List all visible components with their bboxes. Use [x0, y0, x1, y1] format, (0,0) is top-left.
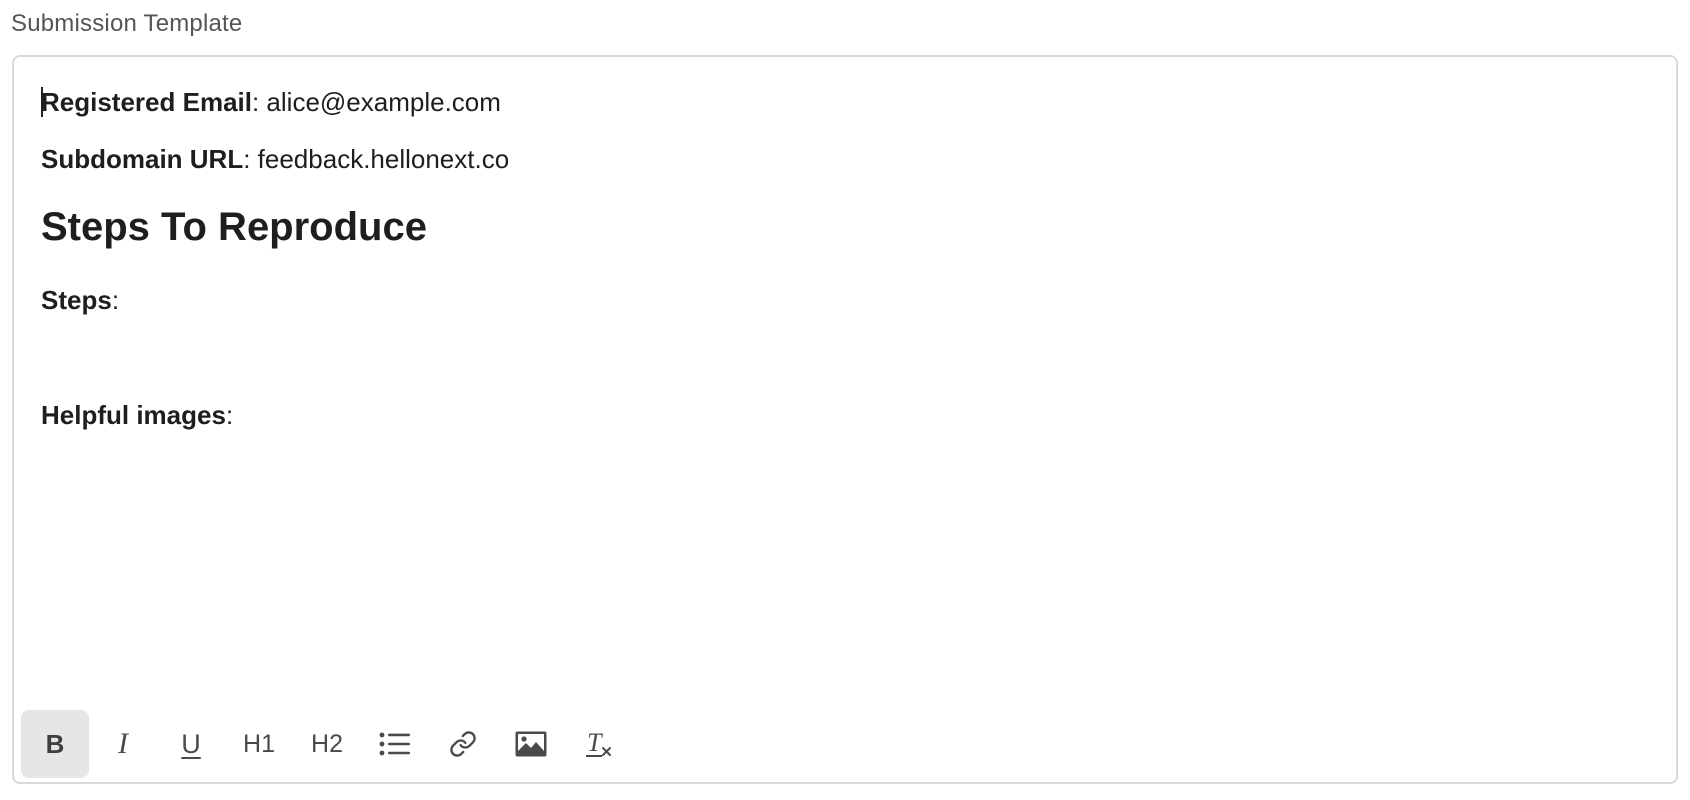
heading1-label: H1 [243, 729, 275, 758]
email-label: Registered Email [41, 87, 252, 117]
underline-button[interactable]: U [157, 710, 225, 778]
subdomain-line: Subdomain URL: feedback.hellonext.co [41, 142, 509, 176]
underline-label: U [181, 728, 201, 759]
heading2-button[interactable]: H2 [293, 710, 361, 778]
image-button[interactable] [497, 710, 565, 778]
formatting-toolbar: B I U H1 H2 T [21, 710, 633, 778]
italic-button[interactable]: I [89, 710, 157, 778]
bulleted-list-icon [379, 731, 411, 757]
images-line: Helpful images: [41, 398, 233, 432]
bold-label: B [45, 728, 65, 759]
clear-format-button[interactable]: T [565, 710, 633, 778]
steps-label: Steps [41, 285, 112, 315]
svg-text:T: T [587, 729, 603, 757]
link-button[interactable] [429, 710, 497, 778]
image-icon [514, 730, 548, 758]
section-heading: Steps To Reproduce [41, 205, 427, 249]
rich-text-editor[interactable]: Registered Email: alice@example.com Subd… [12, 55, 1678, 784]
email-line: Registered Email: alice@example.com [41, 85, 501, 119]
subdomain-value: : feedback.hellonext.co [243, 144, 510, 174]
bulleted-list-button[interactable] [361, 710, 429, 778]
clear-format-icon: T [585, 729, 613, 759]
subdomain-label: Subdomain URL [41, 144, 244, 174]
italic-label: I [118, 727, 128, 760]
email-value: : alice@example.com [251, 87, 501, 117]
link-icon [449, 730, 477, 758]
heading2-label: H2 [311, 729, 343, 758]
field-label: Submission Template [11, 10, 243, 37]
images-value: : [225, 400, 234, 430]
bold-button[interactable]: B [21, 710, 89, 778]
steps-line: Steps: [41, 283, 119, 317]
steps-value: : [111, 285, 120, 315]
heading1-button[interactable]: H1 [225, 710, 293, 778]
images-label: Helpful images [41, 400, 226, 430]
